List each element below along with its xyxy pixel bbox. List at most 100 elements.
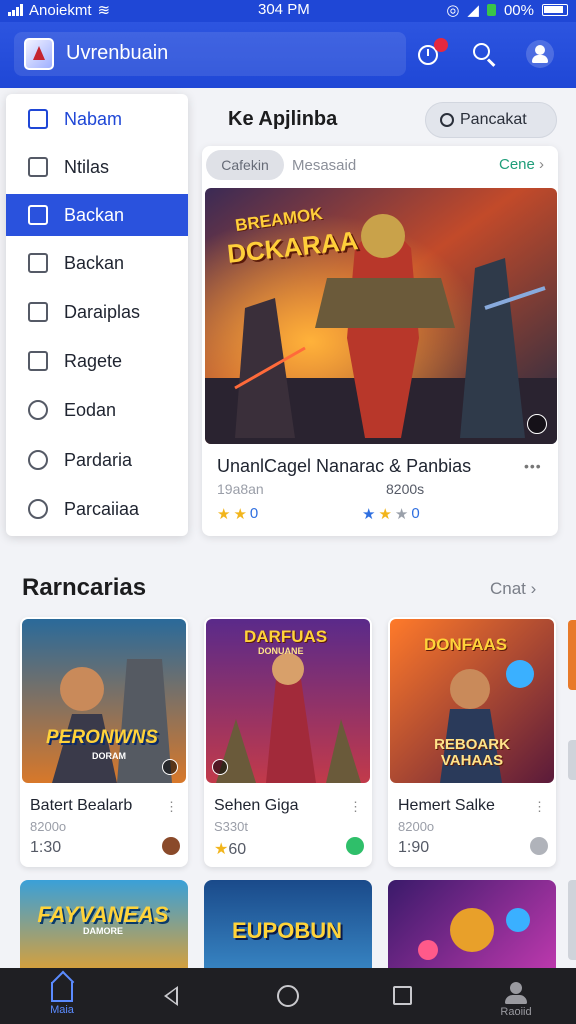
more-icon[interactable]: ⋮	[165, 799, 178, 815]
search-icon	[440, 113, 454, 127]
games-more-link[interactable]: Cnat ›	[490, 579, 536, 599]
battery-icon	[542, 4, 568, 16]
note-icon	[28, 351, 48, 371]
timer-hand	[427, 49, 429, 56]
games-more-label: Cnat	[490, 579, 526, 598]
back-icon[interactable]	[164, 986, 178, 1006]
developer-avatar	[162, 837, 180, 855]
drawer-item-4[interactable]: Daraiplas	[6, 291, 188, 333]
game-art-subtitle: DAMORE	[83, 926, 123, 936]
star-icon: ★	[394, 506, 409, 523]
flag-icon	[28, 253, 48, 273]
game-art-title: EUPOBUN	[231, 918, 342, 943]
game-art-subtitle: DONUANE	[258, 646, 304, 656]
next-card-peek[interactable]	[568, 620, 576, 690]
signal-icon	[8, 4, 23, 16]
next-card-peek-3	[568, 880, 576, 960]
nav-home-label: Maia	[50, 1004, 74, 1016]
leaf-icon	[486, 4, 496, 16]
rating-value: 0	[411, 505, 420, 522]
more-icon[interactable]: •••	[524, 458, 542, 474]
drawer-item-8[interactable]: Parcaiiaa	[6, 488, 188, 530]
share-icon[interactable]	[162, 759, 178, 775]
share-icon[interactable]	[527, 414, 547, 434]
app-bar: Uvrenbuain	[0, 22, 576, 88]
game-name: Sehen Giga	[214, 797, 299, 814]
home-icon	[28, 109, 48, 129]
drawer-item-6[interactable]: Eodan	[6, 389, 188, 431]
game-card-5[interactable]	[388, 880, 556, 980]
search-icon-handle	[486, 58, 496, 67]
featured-subtitle-right: 8200s	[386, 481, 425, 497]
featured-rating-right: ★ ★ ★ 0	[362, 505, 420, 523]
featured-rating-left: ★ ★ 0	[217, 505, 258, 523]
game-name: Hemert Salke	[398, 797, 495, 814]
home-circle-icon[interactable]	[277, 985, 299, 1007]
featured-section-title: Ke Apjlinba	[228, 108, 338, 130]
drawer-item-label: Daraiplas	[64, 301, 141, 322]
games-section-title: Rarncarias	[22, 574, 147, 601]
profile-icon-body	[505, 995, 527, 1004]
game-rating: 1:30	[30, 839, 62, 856]
share-icon[interactable]	[212, 759, 228, 775]
more-icon[interactable]: ⋮	[349, 799, 362, 815]
drawer-item-0[interactable]: Nabam	[6, 98, 188, 140]
nav-home-button[interactable]: Maia	[40, 974, 84, 1016]
game-art-2: DONFAAS REBOARK VAHAAS	[390, 619, 554, 783]
filter-tab[interactable]: Mesasaid	[292, 157, 356, 174]
clock: 304 PM	[258, 1, 310, 18]
clock-icon	[28, 450, 48, 470]
timer-button[interactable]	[412, 38, 448, 70]
pancakat-button[interactable]: Pancakat	[425, 102, 557, 138]
box-icon	[28, 157, 48, 177]
drawer-item-5[interactable]: Ragete	[6, 340, 188, 382]
game-subtitle: S330t	[214, 819, 248, 834]
drawer-item-label: Backan	[64, 204, 125, 225]
star-icon: ★	[378, 506, 392, 523]
featured-title: UnanlCagel Nanarac & Panbias	[217, 456, 472, 476]
game-card-4[interactable]: EUPOBUN	[204, 880, 372, 980]
drawer-item-label: Nabam	[64, 108, 123, 129]
arrow-icon: ◢	[467, 2, 479, 19]
game-art-title: FAYVANEAS	[37, 902, 169, 927]
game-card-3[interactable]: FAYVANEAS DAMORE	[20, 880, 188, 980]
game-card-2[interactable]: DONFAAS REBOARK VAHAAS Hemert Salke ⋮ 82…	[388, 617, 556, 867]
see-all-link[interactable]: Cene ›	[499, 156, 544, 173]
search-button[interactable]	[468, 38, 500, 70]
user-icon-body	[532, 55, 548, 63]
drawer-item-label: Pardaria	[64, 449, 133, 470]
game-card-0[interactable]: PERONWNS DORAM Batert Bealarb ⋮ 8200o 1:…	[20, 617, 188, 867]
compass-icon	[28, 499, 48, 519]
nav-profile-button[interactable]: Raoiid	[494, 980, 538, 1018]
more-icon[interactable]: ⋮	[533, 799, 546, 815]
drawer-item-3[interactable]: Backan	[6, 242, 188, 284]
game-art-title: DARFUAS	[244, 627, 328, 646]
profile-button[interactable]	[524, 38, 556, 70]
wifi-icon: ≋	[97, 2, 111, 19]
see-all-label: Cene	[499, 156, 535, 173]
drawer-item-label: Parcaiiaa	[64, 498, 140, 519]
chevron-right-icon: ›	[530, 579, 537, 598]
drawer-item-2[interactable]: Backan	[6, 194, 188, 236]
game-art-subtitle: REBOARK VAHAAS	[434, 736, 510, 769]
game-art-title: PERONWNS	[46, 727, 158, 748]
drawer-item-label: Ragete	[64, 350, 123, 371]
status-bar: Anoiekmt ≋ 304 PM ◎ ◢ 00%	[0, 0, 576, 22]
square-icon	[28, 302, 48, 322]
featured-image[interactable]: BREAMOK DCKARAA	[205, 188, 557, 444]
developer-avatar	[346, 837, 364, 855]
star-icon: ★	[214, 841, 229, 858]
search-icon	[473, 43, 490, 60]
recents-icon[interactable]	[393, 986, 412, 1005]
drawer-item-7[interactable]: Pardaria	[6, 439, 188, 481]
game-rating-value: 60	[228, 841, 247, 858]
drawer-item-label: Ntilas	[64, 156, 110, 177]
game-artwork	[418, 908, 530, 960]
featured-subtitle-left: 19a8an	[217, 481, 264, 497]
user-icon	[535, 45, 545, 55]
filter-chip[interactable]: Cafekin	[206, 150, 284, 180]
pancakat-label: Pancakat	[460, 111, 527, 128]
game-card-1[interactable]: DARFUAS DONUANE Sehen Giga ⋮ S330t ★60	[204, 617, 372, 867]
drawer-item-1[interactable]: Ntilas	[6, 146, 188, 188]
game-art-title: DONFAAS	[424, 635, 508, 654]
